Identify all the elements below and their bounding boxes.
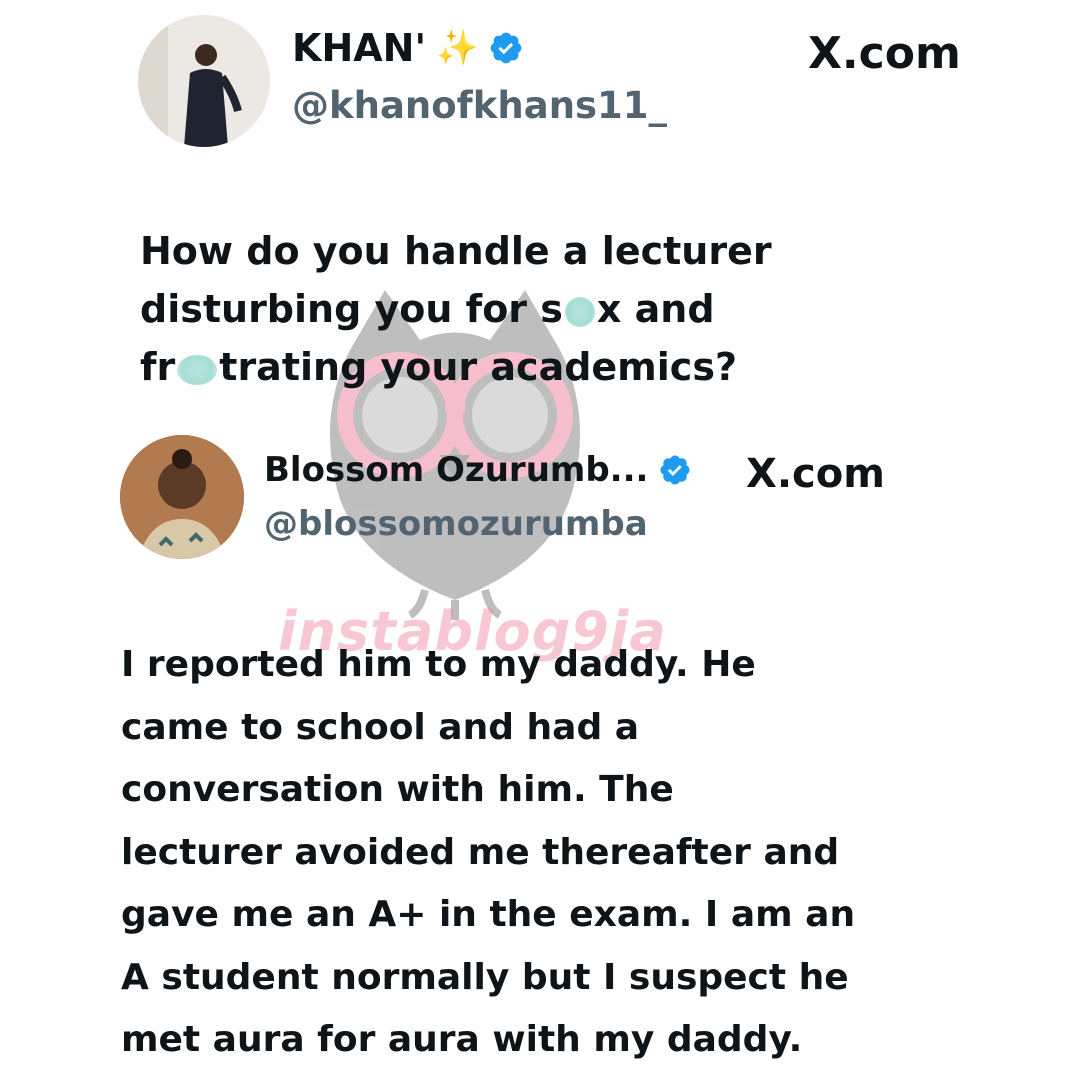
verified-badge-icon	[660, 455, 690, 485]
x-logo-icon: X.com	[746, 451, 885, 497]
tweet2-author-name[interactable]: Blossom Ozurumb...	[264, 450, 692, 490]
tweet2-text: I reported him to my daddy. He came to s…	[121, 644, 856, 1060]
tweet2-handle[interactable]: @blossomozurumba	[264, 504, 648, 544]
person-avatar-icon	[120, 435, 244, 559]
tweet1-text: How do you handle a lecturer disturbing …	[140, 229, 772, 389]
avatar-blossom[interactable]	[120, 435, 244, 559]
sparkles-icon: ✨	[436, 28, 479, 68]
censor-blur	[177, 354, 218, 385]
tweet1-handle[interactable]: @khanofkhans11_	[292, 84, 667, 127]
censor-blur	[564, 296, 595, 327]
tweet2-x-link[interactable]: X.com	[746, 451, 885, 497]
tweet1-x-link[interactable]: X.com	[808, 28, 961, 79]
x-logo-icon: X.com	[808, 28, 961, 79]
tweet1-author-name[interactable]: KHAN' ✨	[292, 26, 524, 70]
person-avatar-icon	[138, 15, 270, 147]
avatar-khan[interactable]	[138, 15, 270, 147]
verified-badge-icon	[491, 32, 522, 64]
